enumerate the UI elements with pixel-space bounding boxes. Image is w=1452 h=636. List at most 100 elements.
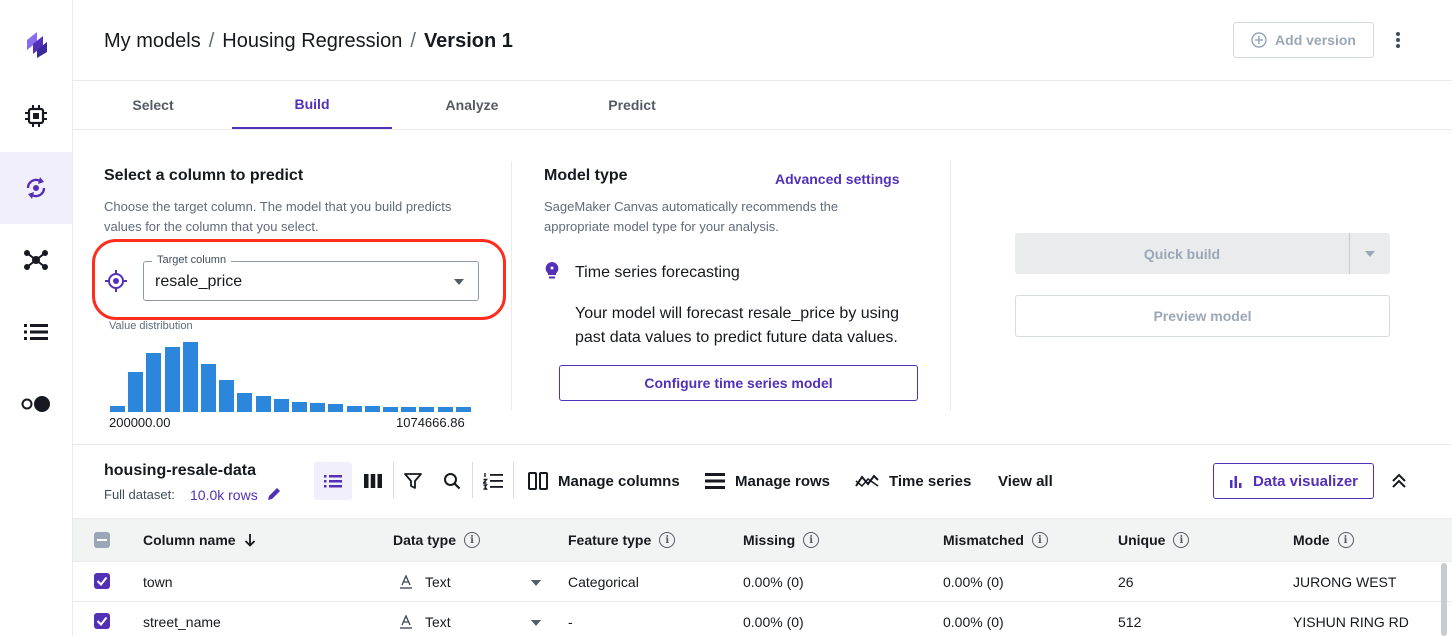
histogram-bar — [456, 407, 471, 412]
view-all-button[interactable]: View all — [998, 470, 1053, 492]
dataset-rows-link[interactable]: 10.0k rows — [190, 486, 282, 503]
manage-columns-button[interactable]: Manage columns — [528, 470, 680, 492]
table-row[interactable]: town Text Categorical 0.00% (0) 0.00% (0… — [73, 562, 1452, 602]
cell-mode: JURONG WEST — [1293, 574, 1397, 590]
cell-column-name: town — [143, 574, 173, 590]
histogram-bar — [165, 347, 180, 412]
manage-rows-label: Manage rows — [735, 472, 831, 490]
cell-feature-type: - — [568, 614, 573, 630]
sort-down-icon — [244, 534, 255, 547]
list-view-icon[interactable] — [314, 462, 352, 500]
cell-unique: 26 — [1118, 574, 1134, 590]
data-visualizer-label: Data visualizer — [1252, 472, 1359, 490]
cell-mismatched: 0.00% (0) — [943, 614, 1004, 630]
histogram-bar — [328, 404, 343, 412]
time-series-button[interactable]: Time series — [855, 470, 971, 492]
plus-circle-icon — [1251, 32, 1267, 48]
advanced-settings-link[interactable]: Advanced settings — [775, 171, 899, 187]
model-type-detail: Your model will forecast resale_price by… — [575, 305, 900, 346]
info-icon[interactable]: i — [1031, 532, 1048, 548]
column-header-data-type[interactable]: Data type i — [393, 532, 481, 548]
histogram-bar — [292, 402, 307, 412]
cell-data-type[interactable]: Text — [425, 574, 451, 590]
quick-build-label: Quick build — [1143, 245, 1221, 262]
value-distribution-histogram — [110, 340, 474, 412]
list-icon[interactable] — [0, 296, 72, 368]
column-header-name[interactable]: Column name — [143, 532, 256, 548]
breadcrumb-version: Version 1 — [423, 30, 513, 52]
model-cycle-icon[interactable] — [0, 152, 72, 224]
configure-time-series-button[interactable]: Configure time series model — [559, 365, 918, 401]
more-options-icon[interactable] — [1391, 28, 1405, 52]
time-series-label: Time series — [889, 472, 972, 490]
cell-mismatched: 0.00% (0) — [943, 574, 1004, 590]
text-type-icon — [400, 615, 412, 629]
quick-build-button[interactable]: Quick build — [1015, 233, 1390, 274]
tab-predict[interactable]: Predict — [552, 81, 712, 129]
dataset-rows-label: 10.0k rows — [190, 487, 258, 503]
select-all-checkbox[interactable] — [94, 532, 110, 548]
cell-missing: 0.00% (0) — [743, 574, 804, 590]
info-icon[interactable]: i — [1337, 532, 1354, 548]
table-row[interactable]: street_name Text - 0.00% (0) 0.00% (0) 5… — [73, 602, 1452, 636]
histogram-max-label: 1074666.86 — [396, 415, 465, 430]
column-header-mode[interactable]: Mode i — [1293, 532, 1354, 548]
add-version-button[interactable]: Add version — [1233, 22, 1374, 58]
nav-rail — [0, 0, 73, 636]
cell-data-type[interactable]: Text — [425, 614, 451, 630]
histogram-bar — [256, 396, 271, 412]
numbered-list-icon[interactable] — [474, 462, 512, 500]
breadcrumb: My models / Housing Regression / Version 1 — [104, 30, 513, 53]
histogram-bar — [383, 407, 398, 412]
info-icon[interactable]: i — [464, 532, 481, 548]
row-checkbox[interactable] — [94, 613, 110, 629]
manage-columns-label: Manage columns — [558, 472, 680, 490]
cell-feature-type: Categorical — [568, 574, 639, 590]
histogram-bar — [146, 353, 161, 412]
chevron-down-icon[interactable] — [531, 580, 541, 586]
breadcrumb-housing-regression[interactable]: Housing Regression — [222, 30, 402, 52]
histogram-bar — [201, 364, 216, 412]
grid-view-icon[interactable] — [354, 462, 392, 500]
chevron-down-icon[interactable] — [531, 620, 541, 626]
column-header-feature-type[interactable]: Feature type i — [568, 532, 676, 548]
target-icon — [105, 270, 127, 297]
info-icon[interactable]: i — [1173, 532, 1190, 548]
histogram-bar — [274, 399, 289, 412]
column-header-missing[interactable]: Missing i — [743, 532, 820, 548]
table-scrollbar[interactable] — [1441, 563, 1447, 636]
text-type-icon — [400, 575, 412, 589]
histogram-bar — [183, 342, 198, 412]
section-separator — [73, 444, 1452, 445]
column-header-mismatched[interactable]: Mismatched i — [943, 532, 1048, 548]
collapse-icon[interactable] — [1388, 470, 1410, 492]
cell-unique: 512 — [1118, 614, 1142, 630]
canvas-logo-icon[interactable] — [0, 8, 72, 80]
bar-chart-icon — [1229, 476, 1242, 488]
breadcrumb-my-models[interactable]: My models — [104, 30, 201, 52]
manage-rows-button[interactable]: Manage rows — [705, 470, 830, 492]
tab-select[interactable]: Select — [73, 81, 233, 129]
search-icon[interactable] — [433, 462, 471, 500]
column-header-unique[interactable]: Unique i — [1118, 532, 1190, 548]
tab-build[interactable]: Build — [232, 81, 392, 129]
rows-icon — [705, 473, 725, 489]
histogram-bar — [237, 393, 252, 412]
pencil-icon — [267, 488, 280, 500]
filter-icon[interactable] — [394, 462, 432, 500]
columns-icon — [528, 472, 548, 490]
add-version-label: Add version — [1275, 32, 1356, 48]
model-type-name: Time series forecasting — [575, 264, 740, 281]
chip-icon[interactable] — [0, 80, 72, 152]
data-visualizer-button[interactable]: Data visualizer — [1213, 463, 1374, 499]
preview-model-button[interactable]: Preview model — [1015, 295, 1390, 337]
info-icon[interactable]: i — [803, 532, 820, 548]
network-icon[interactable] — [0, 224, 72, 296]
chevron-down-icon[interactable] — [1365, 251, 1375, 257]
row-checkbox[interactable] — [94, 573, 110, 589]
histogram-bar — [128, 372, 143, 412]
target-column-select[interactable]: Target column resale_price — [143, 254, 479, 301]
tab-analyze[interactable]: Analyze — [392, 81, 552, 129]
toggle-icon[interactable] — [0, 368, 72, 440]
info-icon[interactable]: i — [659, 532, 676, 548]
